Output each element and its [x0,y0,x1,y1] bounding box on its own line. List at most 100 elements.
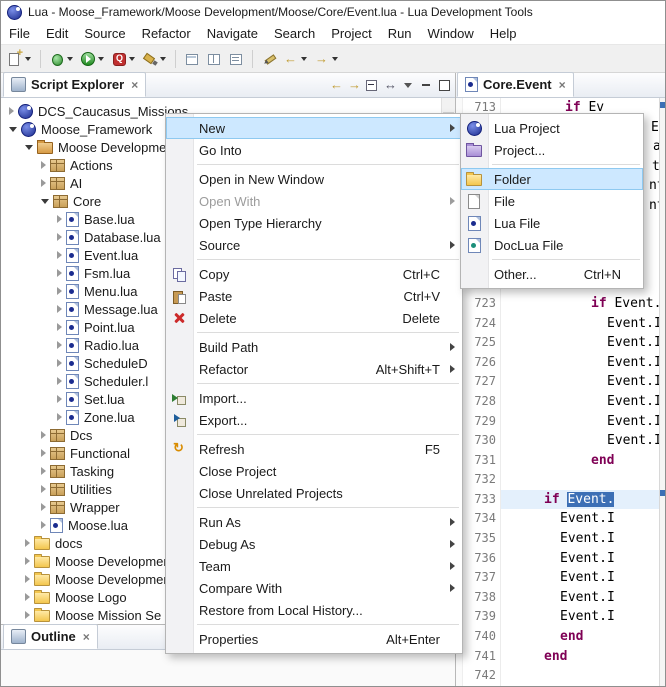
twisty-closed-icon[interactable] [57,251,62,259]
code-line-731[interactable]: end [501,451,659,471]
code-line-741[interactable]: end [501,647,659,667]
menubar-item-refactor[interactable]: Refactor [134,24,199,43]
close-icon[interactable]: × [83,631,90,643]
code-line-737[interactable]: Event.I [501,568,659,588]
twisty-closed-icon[interactable] [9,107,14,115]
twisty-closed-icon[interactable] [57,305,62,313]
twisty-closed-icon[interactable] [57,341,62,349]
twisty-closed-icon[interactable] [41,485,46,493]
menubar-item-run[interactable]: Run [380,24,420,43]
maximize-icon[interactable] [437,78,451,92]
context-menu-item-export[interactable]: Export... [166,409,462,431]
close-icon[interactable]: × [131,79,138,91]
code-line-739[interactable]: Event.I [501,607,659,627]
twisty-closed-icon[interactable] [25,557,30,565]
context-menu-item-refresh[interactable]: RefreshF5 [166,438,462,460]
twisty-open-icon[interactable] [9,127,17,132]
close-icon[interactable]: × [559,79,566,91]
twisty-closed-icon[interactable] [41,179,46,187]
new-submenu-item-project[interactable]: Project... [461,139,643,161]
context-menu-item-open-with[interactable]: Open With [166,190,462,212]
context-menu-item-paste[interactable]: PasteCtrl+V [166,285,462,307]
context-menu-item-new[interactable]: New [166,117,462,139]
code-line-727[interactable]: Event.I [501,372,659,392]
back-button[interactable] [281,48,310,70]
code-line-740[interactable]: end [501,627,659,647]
dropdown-arrow-icon[interactable] [160,57,166,61]
new-submenu-item-lua-project[interactable]: Lua Project [461,117,643,139]
context-menu-item-properties[interactable]: PropertiesAlt+Enter [166,628,462,650]
context-menu-item-run-as[interactable]: Run As [166,511,462,533]
back-icon[interactable] [329,78,343,92]
tab-outline[interactable]: Outline × [3,624,98,649]
menubar-item-source[interactable]: Source [76,24,133,43]
new-submenu-item-doclua-file[interactable]: DocLua File [461,234,643,256]
code-line-724[interactable]: Event.I [501,314,659,334]
forward-button[interactable] [312,48,341,70]
twisty-open-icon[interactable] [41,199,49,204]
context-menu-item-compare-with[interactable]: Compare With [166,577,462,599]
twisty-closed-icon[interactable] [41,431,46,439]
twisty-closed-icon[interactable] [57,215,62,223]
code-line-730[interactable]: Event.I [501,431,659,451]
code-line-738[interactable]: Event.I [501,588,659,608]
new-submenu-item-lua-file[interactable]: Lua File [461,212,643,234]
twisty-closed-icon[interactable] [25,593,30,601]
menubar-item-help[interactable]: Help [482,24,525,43]
twisty-closed-icon[interactable] [41,503,46,511]
link-editor-icon[interactable] [383,78,397,92]
code-line-742[interactable] [501,666,659,686]
context-menu-item-restore-from-local-history[interactable]: Restore from Local History... [166,599,462,621]
new-submenu-item-other[interactable]: Other...Ctrl+N [461,263,643,285]
context-menu-item-close-unrelated-projects[interactable]: Close Unrelated Projects [166,482,462,504]
new-submenu-item-folder[interactable]: Folder [461,168,643,190]
overview-marker[interactable] [660,102,665,108]
context-menu-item-go-into[interactable]: Go Into [166,139,462,161]
dropdown-arrow-icon[interactable] [332,57,338,61]
tab-core-event[interactable]: Core.Event × [457,72,574,97]
context-menu-item-team[interactable]: Team [166,555,462,577]
twisty-closed-icon[interactable] [57,413,62,421]
code-line-728[interactable]: Event.I [501,392,659,412]
menubar-item-project[interactable]: Project [323,24,379,43]
view-menu-icon[interactable] [401,78,415,92]
dropdown-arrow-icon[interactable] [98,57,104,61]
context-menu-item-build-path[interactable]: Build Path [166,336,462,358]
twisty-closed-icon[interactable] [41,449,46,457]
code-line-735[interactable]: Event.I [501,529,659,549]
context-menu-item-copy[interactable]: CopyCtrl+C [166,263,462,285]
menubar-item-search[interactable]: Search [266,24,323,43]
code-line-729[interactable]: Event.I [501,412,659,432]
dropdown-arrow-icon[interactable] [129,57,135,61]
new-submenu-item-file[interactable]: File [461,190,643,212]
code-line-723[interactable]: if Event. [501,294,659,314]
twisty-closed-icon[interactable] [25,539,30,547]
context-menu-item-refactor[interactable]: RefactorAlt+Shift+T [166,358,462,380]
forward-icon[interactable] [347,78,361,92]
debug-button[interactable] [47,48,76,70]
twisty-closed-icon[interactable] [57,377,62,385]
dropdown-arrow-icon[interactable] [67,57,73,61]
search-button[interactable] [140,48,169,70]
dropdown-arrow-icon[interactable] [25,57,31,61]
twisty-closed-icon[interactable] [25,575,30,583]
menubar-item-edit[interactable]: Edit [38,24,76,43]
twisty-closed-icon[interactable] [25,611,30,619]
twisty-closed-icon[interactable] [57,287,62,295]
twisty-closed-icon[interactable] [57,359,62,367]
code-line-734[interactable]: Event.I [501,509,659,529]
code-line-725[interactable]: Event.I [501,333,659,353]
collapse-all-icon[interactable] [365,78,379,92]
twisty-closed-icon[interactable] [41,521,46,529]
code-line-726[interactable]: Event.I [501,353,659,373]
context-menu-item-debug-as[interactable]: Debug As [166,533,462,555]
code-line-732[interactable] [501,470,659,490]
open-perspective-button[interactable] [182,48,202,70]
context-menu-item-open-type-hierarchy[interactable]: Open Type Hierarchy [166,212,462,234]
menubar-item-file[interactable]: File [1,24,38,43]
new-wizard-button[interactable] [5,48,34,70]
last-edit-location-button[interactable] [259,48,279,70]
menubar-item-navigate[interactable]: Navigate [199,24,266,43]
minimize-icon[interactable] [419,78,433,92]
dropdown-arrow-icon[interactable] [301,57,307,61]
